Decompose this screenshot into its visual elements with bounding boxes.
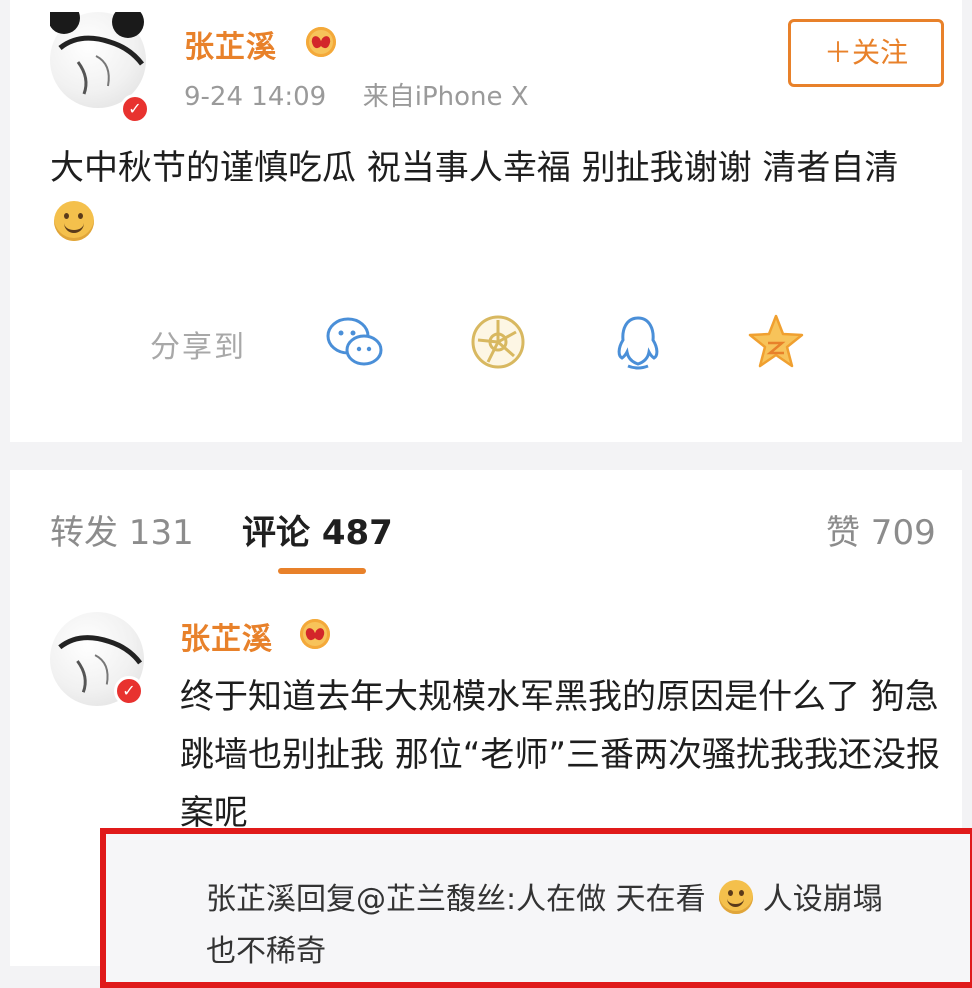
smile-emoji-icon (719, 880, 754, 914)
reply-mention[interactable]: @芷兰馥丝 (356, 882, 506, 917)
comment-username[interactable]: 张芷溪 (180, 614, 273, 658)
member-badge-icon (300, 619, 330, 649)
comment-text: 终于知道去年大规模水军黑我的原因是什么了 狗急跳墙也别扯我 那位“老师”三番两次… (180, 677, 941, 833)
active-tab-indicator (278, 568, 366, 574)
reply-text: 张芷溪回复@芷兰馥丝:人在做 天在看 人设崩塌也不稀奇 (206, 874, 906, 978)
qzone-icon[interactable] (744, 310, 808, 374)
post-time: 9-24 14:09 (184, 82, 327, 112)
highlighted-reply[interactable]: 张芷溪回复@芷兰馥丝:人在做 天在看 人设崩塌也不稀奇 (100, 828, 972, 988)
tab-like[interactable]: 赞 709 (826, 505, 936, 554)
post-text: 大中秋节的谨慎吃瓜 祝当事人幸福 别扯我谢谢 清者自清 (50, 140, 940, 252)
comment-avatar[interactable]: ✓ (50, 612, 144, 706)
wechat-icon[interactable] (322, 310, 386, 374)
reply-separator: : (506, 882, 517, 917)
tab-repost[interactable]: 转发 131 (50, 505, 194, 554)
member-badge-icon (306, 27, 336, 57)
reply-body-1: 人在做 天在看 (516, 882, 706, 917)
post-body: 大中秋节的谨慎吃瓜 祝当事人幸福 别扯我谢谢 清者自清 (50, 148, 899, 188)
verified-badge: ✓ (120, 94, 150, 124)
share-label: 分享到 (150, 330, 246, 365)
follow-button[interactable]: ＋关注 (788, 19, 944, 87)
reply-author[interactable]: 张芷溪 (206, 882, 296, 917)
verified-badge: ✓ (114, 676, 144, 706)
post-avatar[interactable]: ✓ (50, 12, 150, 124)
post-username[interactable]: 张芷溪 (184, 22, 277, 66)
smile-emoji-icon (54, 201, 94, 241)
reply-verb: 回复 (296, 882, 356, 917)
post-source: 来自iPhone X (362, 82, 529, 112)
qq-icon[interactable] (606, 310, 670, 374)
tab-comment[interactable]: 评论 487 (242, 505, 393, 554)
post-meta: 9-24 14:09 来自iPhone X (184, 76, 529, 113)
moments-icon[interactable] (466, 310, 530, 374)
